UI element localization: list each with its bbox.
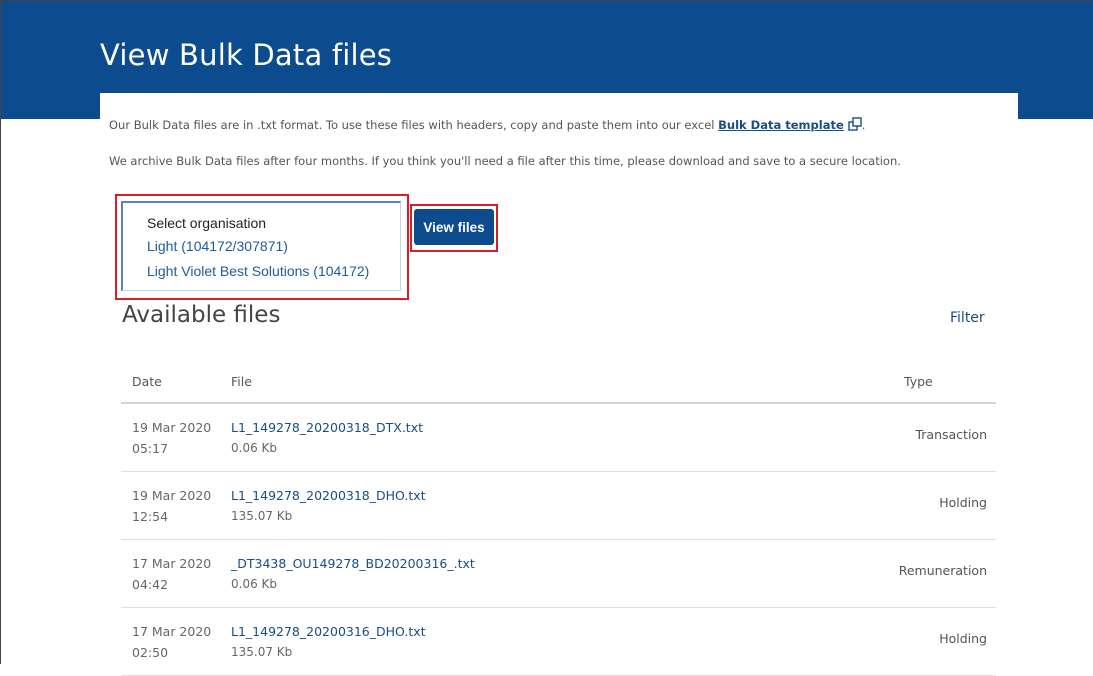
file-date-day: 17 Mar 2020 [132, 556, 212, 571]
table-row: 19 Mar 2020 05:17 L1_149278_20200318_DTX… [121, 404, 996, 472]
file-type: Transaction [915, 427, 987, 442]
highlight-box-button [410, 204, 498, 252]
external-link-icon[interactable] [848, 117, 862, 131]
file-name-link[interactable]: L1_149278_20200318_DHO.txt [231, 485, 426, 506]
highlight-box-select [115, 194, 409, 300]
file-date: 17 Mar 2020 04:42 [132, 553, 211, 595]
file-date-day: 19 Mar 2020 [132, 488, 212, 503]
intro-end: . [861, 118, 866, 132]
file-cell: L1_149278_20200318_DHO.txt 135.07 Kb [231, 485, 426, 527]
file-date: 19 Mar 2020 05:17 [132, 417, 211, 459]
file-size: 135.07 Kb [231, 509, 293, 523]
file-date: 19 Mar 2020 12:54 [132, 485, 211, 527]
file-type: Holding [939, 495, 987, 510]
table-row: 17 Mar 2020 02:50 L1_149278_20200316_DHO… [121, 608, 996, 676]
column-header-file[interactable]: File [231, 374, 252, 389]
intro-sentence: Our Bulk Data files are in .txt format. … [109, 118, 715, 132]
file-date-time: 05:17 [132, 441, 169, 456]
file-cell: L1_149278_20200318_DTX.txt 0.06 Kb [231, 417, 423, 459]
page-title: View Bulk Data files [100, 38, 393, 72]
file-cell: L1_149278_20200316_DHO.txt 135.07 Kb [231, 621, 426, 663]
column-header-date[interactable]: Date [132, 374, 162, 389]
table-row: 19 Mar 2020 12:54 L1_149278_20200318_DHO… [121, 472, 996, 540]
file-name-link[interactable]: _DT3438_OU149278_BD20200316_.txt [231, 553, 475, 574]
file-date-time: 02:50 [132, 645, 169, 660]
intro-text: Our Bulk Data files are in .txt format. … [109, 117, 865, 132]
bulk-data-template-link[interactable]: Bulk Data template [718, 118, 844, 132]
table-row: 17 Mar 2020 04:42 _DT3438_OU149278_BD202… [121, 540, 996, 608]
filter-link[interactable]: Filter [950, 310, 985, 326]
file-size: 135.07 Kb [231, 645, 293, 659]
file-date: 17 Mar 2020 02:50 [132, 621, 211, 663]
available-files-heading: Available files [122, 302, 281, 328]
file-size: 0.06 Kb [231, 577, 278, 591]
file-date-time: 12:54 [132, 509, 169, 524]
file-date-day: 17 Mar 2020 [132, 624, 212, 639]
file-name-link[interactable]: L1_149278_20200318_DTX.txt [231, 417, 423, 438]
file-size: 0.06 Kb [231, 441, 278, 455]
file-cell: _DT3438_OU149278_BD20200316_.txt 0.06 Kb [231, 553, 475, 595]
file-name-link[interactable]: L1_149278_20200316_DHO.txt [231, 621, 426, 642]
archive-note: We archive Bulk Data files after four mo… [109, 154, 901, 168]
file-type: Remuneration [898, 563, 987, 578]
file-date-time: 04:42 [132, 577, 169, 592]
table-header: Date File Type [121, 361, 996, 404]
file-type: Holding [939, 631, 987, 646]
file-date-day: 19 Mar 2020 [132, 420, 212, 435]
column-header-type[interactable]: Type [904, 374, 933, 389]
files-table: Date File Type 19 Mar 2020 05:17 L1_1492… [121, 361, 996, 676]
